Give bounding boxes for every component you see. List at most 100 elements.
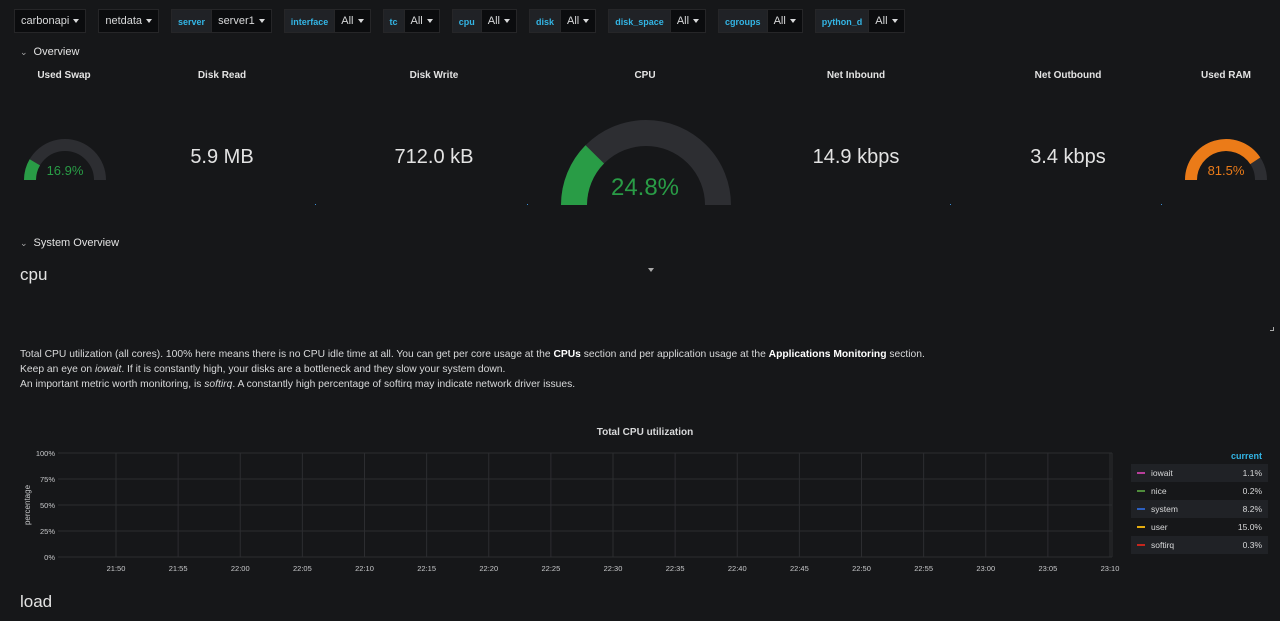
net-outbound-value: 3.4 kbps <box>1030 146 1106 168</box>
template-variable: tc All <box>382 9 440 33</box>
template-variable: server server1 <box>171 9 272 33</box>
panel-title: Used Swap <box>37 70 91 81</box>
variable-dropdown[interactable]: netdata <box>98 9 160 33</box>
used-ram-value: 81.5% <box>1207 163 1245 178</box>
x-tick-label: 22:15 <box>417 564 436 573</box>
row-overview[interactable]: ⌄ Overview <box>20 46 79 58</box>
y-tick-label: 100% <box>36 449 56 458</box>
panel-title: Net Outbound <box>1034 70 1102 81</box>
variable-value: server1 <box>218 15 255 27</box>
variable-value: All <box>410 15 423 27</box>
legend-current-value: 8.2% <box>1242 504 1262 514</box>
variable-dropdown[interactable]: All <box>480 9 518 33</box>
legend-swatch <box>1137 472 1145 474</box>
row-system-overview[interactable]: ⌄ System Overview <box>20 237 119 249</box>
legend-item-nice[interactable]: nice 0.2% <box>1131 482 1268 500</box>
legend-swatch <box>1137 490 1145 492</box>
panel-disk-write[interactable]: Disk Write <box>384 70 484 81</box>
panel-title: CPU <box>634 70 656 81</box>
variable-label: disk_space <box>608 9 670 33</box>
template-variable: disk_space All <box>608 9 707 33</box>
legend-series-name: user <box>1151 522 1168 532</box>
caret-down-icon <box>426 19 433 23</box>
sparkline-dot <box>1161 204 1162 205</box>
variable-dropdown[interactable]: All <box>560 9 597 33</box>
caret-down-icon <box>357 19 364 23</box>
panel-title: Net Inbound <box>826 70 886 81</box>
disk-read-value: 5.9 MB <box>190 146 254 168</box>
legend-current-value: 15.0% <box>1237 522 1262 532</box>
y-tick-label: 50% <box>40 501 55 510</box>
y-tick-label: 0% <box>44 553 55 562</box>
template-variable: python_d All <box>814 9 905 33</box>
panel-used-swap[interactable]: Used Swap <box>14 70 114 81</box>
used-swap-value: 16.9% <box>46 163 84 178</box>
variable-label: cpu <box>451 9 481 33</box>
variable-value: All <box>773 15 786 27</box>
panel-net-inbound[interactable]: Net Inbound <box>806 70 906 81</box>
caret-down-icon <box>504 19 511 23</box>
row-system-overview-label: System Overview <box>33 237 120 249</box>
variable-value: netdata <box>105 15 143 27</box>
variable-label: server <box>171 9 212 33</box>
variable-dropdown[interactable]: All <box>669 9 707 33</box>
chevron-down-icon: ⌄ <box>20 46 28 57</box>
panel-title: Used RAM <box>1200 70 1251 81</box>
legend-current-value: 1.1% <box>1242 468 1262 478</box>
y-tick-label: 25% <box>40 527 55 536</box>
panel-disk-read[interactable]: Disk Read <box>172 70 272 81</box>
variable-label: interface <box>283 9 335 33</box>
legend-item-user[interactable]: user 15.0% <box>1131 518 1268 536</box>
legend-series-name: system <box>1151 504 1178 514</box>
chart-legend: current iowait 1.1% nice 0.2% system 8.2% user… <box>1131 451 1268 554</box>
x-tick-label: 22:25 <box>541 564 560 573</box>
template-variables-bar: carbonapi netdata server server1 interface Al… <box>14 9 917 33</box>
sparkline-dot <box>527 204 528 205</box>
variable-dropdown[interactable]: All <box>868 9 905 33</box>
x-tick-label: 22:20 <box>479 564 498 573</box>
panel-title: Disk Write <box>409 70 459 81</box>
legend-item-softirq[interactable]: softirq 0.3% <box>1131 536 1268 554</box>
legend-item-iowait[interactable]: iowait 1.1% <box>1131 464 1268 482</box>
sparkline-dot <box>315 204 316 205</box>
caret-down-icon <box>693 19 700 23</box>
template-variable: carbonapi <box>14 9 87 33</box>
x-tick-label: 22:50 <box>852 564 871 573</box>
variable-dropdown[interactable]: server1 <box>211 9 272 33</box>
resize-handle-icon[interactable] <box>1270 327 1274 331</box>
panel-used-ram[interactable]: Used RAM <box>1186 70 1266 81</box>
variable-dropdown[interactable]: All <box>334 9 371 33</box>
legend-current-value: 0.2% <box>1242 486 1262 496</box>
template-variable: cgroups All <box>718 9 803 33</box>
x-tick-label: 23:00 <box>976 564 995 573</box>
x-tick-label: 22:35 <box>666 564 685 573</box>
template-variable: cpu All <box>451 9 518 33</box>
disk-write-value: 712.0 kB <box>394 146 474 168</box>
caret-down-icon <box>146 19 153 23</box>
section-title-load: load <box>20 592 53 611</box>
chevron-down-icon: ⌄ <box>20 237 28 248</box>
x-tick-label: 21:55 <box>169 564 188 573</box>
variable-value: All <box>567 15 580 27</box>
variable-dropdown[interactable]: All <box>766 9 803 33</box>
panel-cpu[interactable]: CPU <box>595 70 695 81</box>
variable-value: carbonapi <box>21 15 70 27</box>
template-variable: netdata <box>98 9 160 33</box>
variable-dropdown[interactable]: carbonapi <box>14 9 87 33</box>
variable-dropdown[interactable]: All <box>403 9 440 33</box>
legend-header[interactable]: current <box>1131 451 1268 464</box>
variable-value: All <box>875 15 888 27</box>
variable-value: All <box>487 15 501 27</box>
panel-net-outbound[interactable]: Net Outbound <box>1018 70 1118 81</box>
legend-current-value: 0.3% <box>1242 540 1262 550</box>
net-inbound-value: 14.9 kbps <box>812 146 900 168</box>
variable-label: tc <box>382 9 404 33</box>
x-tick-label: 22:10 <box>355 564 374 573</box>
panel-menu-caret-icon[interactable] <box>648 268 654 272</box>
x-tick-label: 23:10 <box>1101 564 1120 573</box>
template-variable: disk All <box>529 9 597 33</box>
y-tick-label: 75% <box>40 475 55 484</box>
legend-item-system[interactable]: system 8.2% <box>1131 500 1268 518</box>
caret-down-icon <box>891 19 898 23</box>
cpu-utilization-chart[interactable]: 0% 25% 50% 75% 100% 21:50 21:55 22:00 22:05 22:10… <box>0 440 1125 580</box>
